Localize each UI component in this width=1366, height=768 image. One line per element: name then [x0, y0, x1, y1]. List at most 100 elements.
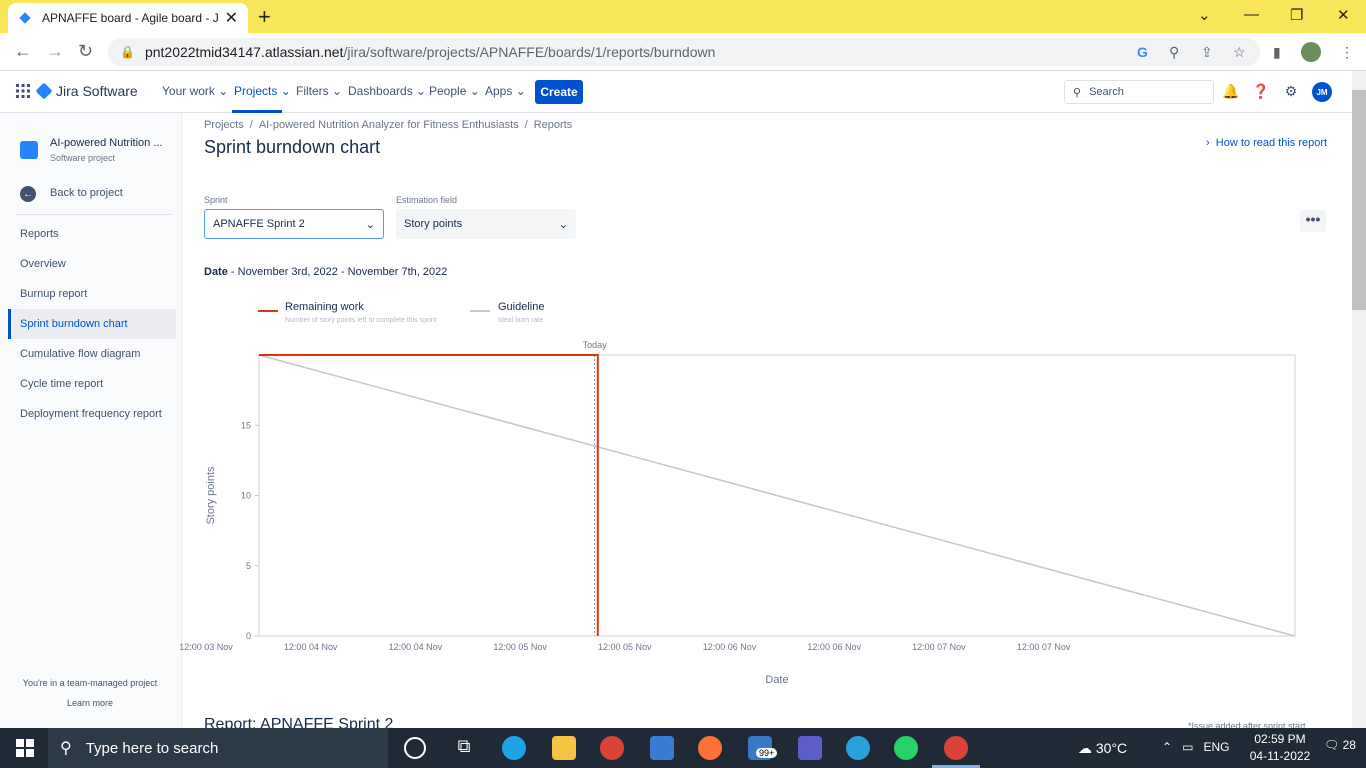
- x-axis-label: Date: [765, 674, 788, 686]
- store-icon[interactable]: [650, 736, 674, 760]
- chevron-up-icon: ⌃: [1162, 740, 1173, 754]
- chevron-down-icon: ⌄: [365, 218, 375, 231]
- how-to-read-link[interactable]: › How to read this report: [1206, 137, 1327, 149]
- back-arrow-icon[interactable]: ←: [20, 186, 36, 202]
- sidebar-item-cumulative-flow-diagram[interactable]: Cumulative flow diagram: [8, 339, 176, 369]
- sidebar-item-cycle-time-report[interactable]: Cycle time report: [8, 369, 176, 399]
- more-actions-button[interactable]: •••: [1300, 210, 1326, 232]
- firefox-icon[interactable]: [698, 736, 722, 760]
- search-input[interactable]: ⚲ Search: [1064, 80, 1214, 104]
- notification-center-icon[interactable]: 🗨 28: [1324, 738, 1356, 752]
- tab-search-icon[interactable]: ⌄: [1198, 6, 1211, 24]
- date-label: Date: [204, 266, 228, 278]
- lock-icon: 🔒: [120, 45, 135, 59]
- url-path: /jira/software/projects/APNAFFE/boards/1…: [343, 44, 716, 60]
- legend-guideline-swatch: [470, 310, 490, 312]
- bookmark-star-icon[interactable]: ☆: [1233, 44, 1246, 61]
- forward-icon[interactable]: →: [46, 41, 64, 62]
- x-tick-label: 12:00 06 Nov: [703, 642, 757, 652]
- browser-tab[interactable]: APNAFFE board - Agile board - Ji ✕: [8, 3, 248, 33]
- date-range: Date - November 3rd, 2022 - November 7th…: [204, 266, 447, 278]
- chrome-active-icon[interactable]: [944, 736, 968, 760]
- learn-more-link[interactable]: Learn more: [0, 698, 180, 708]
- sidebar-divider: [16, 214, 172, 215]
- breadcrumb-reports[interactable]: Reports: [534, 119, 573, 131]
- back-to-project-link[interactable]: Back to project: [50, 187, 123, 199]
- task-view-icon[interactable]: ⧉: [452, 736, 476, 760]
- url-input[interactable]: 🔒 pnt2022tmid34147.atlassian.net/jira/so…: [108, 38, 1260, 66]
- chrome-menu-icon[interactable]: ⋮: [1340, 44, 1354, 61]
- nav-apps[interactable]: Apps ⌄: [485, 84, 526, 98]
- weather-widget[interactable]: ☁ 30°C: [1078, 740, 1127, 757]
- new-tab-icon[interactable]: +: [258, 4, 271, 30]
- whatsapp-icon[interactable]: [894, 736, 918, 760]
- x-tick-label: 12:00 05 Nov: [598, 642, 652, 652]
- taskbar-search[interactable]: ⚲ Type here to search: [48, 728, 388, 768]
- sidebar-item-overview[interactable]: Overview: [8, 249, 176, 279]
- jira-logo[interactable]: Jira Software: [35, 82, 138, 100]
- chrome-icon[interactable]: [600, 736, 624, 760]
- x-tick-label: 12:00 07 Nov: [1017, 642, 1071, 652]
- side-panel-icon[interactable]: ▮: [1273, 44, 1281, 61]
- x-tick-label: 12:00 04 Nov: [389, 642, 443, 652]
- brand-name: Jira Software: [56, 83, 138, 99]
- breadcrumb-project[interactable]: AI-powered Nutrition Analyzer for Fitnes…: [259, 119, 519, 131]
- search-icon: ⚲: [1073, 86, 1082, 99]
- settings-gear-icon[interactable]: ⚙: [1282, 83, 1300, 101]
- y-tick-label: 5: [246, 561, 251, 571]
- y-axis-label: Story points: [205, 466, 217, 525]
- sprint-select[interactable]: APNAFFE Sprint 2 ⌄: [204, 209, 384, 239]
- sprint-value: APNAFFE Sprint 2: [213, 218, 305, 230]
- telegram-icon[interactable]: [846, 736, 870, 760]
- legend-guideline-desc: Ideal burn rate: [498, 317, 544, 324]
- address-bar-row: ← → ↻ 🔒 pnt2022tmid34147.atlassian.net/j…: [0, 33, 1366, 71]
- estimation-select[interactable]: Story points ⌄: [396, 209, 576, 239]
- sidebar-item-burnup-report[interactable]: Burnup report: [8, 279, 176, 309]
- nav-people[interactable]: People ⌄: [429, 84, 480, 98]
- file-explorer-icon[interactable]: [552, 736, 576, 760]
- taskbar-clock[interactable]: 02:59 PM 04-11-2022: [1240, 731, 1320, 765]
- app-switcher-icon[interactable]: [16, 84, 30, 98]
- help-icon[interactable]: ❓: [1252, 83, 1270, 101]
- notification-count: 28: [1342, 738, 1356, 752]
- sidebar-item-deployment-frequency-report[interactable]: Deployment frequency report: [8, 399, 176, 429]
- close-window-icon[interactable]: ✕: [1337, 6, 1350, 24]
- zoom-icon[interactable]: ⚲: [1169, 44, 1179, 61]
- nav-your-work[interactable]: Your work ⌄: [162, 84, 228, 98]
- back-icon[interactable]: ←: [14, 41, 32, 62]
- google-icon[interactable]: G: [1137, 44, 1148, 60]
- breadcrumb-projects[interactable]: Projects: [204, 119, 244, 131]
- minimize-icon[interactable]: —: [1244, 6, 1259, 23]
- edge-icon[interactable]: [502, 736, 526, 760]
- profile-avatar-icon[interactable]: [1301, 42, 1321, 62]
- nav-filters[interactable]: Filters ⌄: [296, 84, 342, 98]
- legend-remaining-desc: Number of story points left to complete …: [285, 317, 437, 324]
- sprint-label: Sprint: [204, 195, 228, 205]
- url-domain: pnt2022tmid34147.atlassian.net: [144, 44, 344, 60]
- x-tick-label: 12:00 03 Nov: [180, 642, 233, 652]
- restore-icon[interactable]: ❐: [1290, 6, 1303, 24]
- share-icon[interactable]: ⇪: [1201, 44, 1213, 61]
- x-tick-label: 12:00 07 Nov: [912, 642, 966, 652]
- system-tray[interactable]: ⌃ ▭ ENG: [1162, 740, 1229, 754]
- clock-date: 04-11-2022: [1249, 749, 1311, 763]
- notifications-icon[interactable]: 🔔: [1222, 83, 1240, 101]
- reload-icon[interactable]: ↻: [78, 41, 93, 62]
- teams-icon[interactable]: [798, 736, 822, 760]
- nav-projects[interactable]: Projects ⌄: [234, 84, 291, 98]
- cortana-icon[interactable]: [404, 737, 426, 759]
- active-nav-indicator: [232, 110, 282, 113]
- breadcrumb: Projects / AI-powered Nutrition Analyzer f…: [204, 119, 573, 131]
- close-tab-icon[interactable]: ✕: [225, 8, 238, 28]
- create-button[interactable]: Create: [535, 80, 583, 104]
- nav-dashboards[interactable]: Dashboards ⌄: [348, 84, 426, 98]
- chevron-down-icon: ⌄: [558, 218, 568, 231]
- date-value: - November 3rd, 2022 - November 7th, 202…: [227, 266, 448, 278]
- user-avatar[interactable]: JM: [1312, 82, 1332, 102]
- chevron-right-icon: ›: [1206, 137, 1210, 149]
- sidebar-item-sprint-burndown-chart[interactable]: Sprint burndown chart: [8, 309, 176, 339]
- scrollbar-thumb[interactable]: [1352, 90, 1366, 310]
- windows-start-icon[interactable]: [16, 739, 34, 757]
- y-tick-label: 15: [241, 420, 251, 430]
- project-name[interactable]: AI-powered Nutrition ...: [50, 137, 170, 149]
